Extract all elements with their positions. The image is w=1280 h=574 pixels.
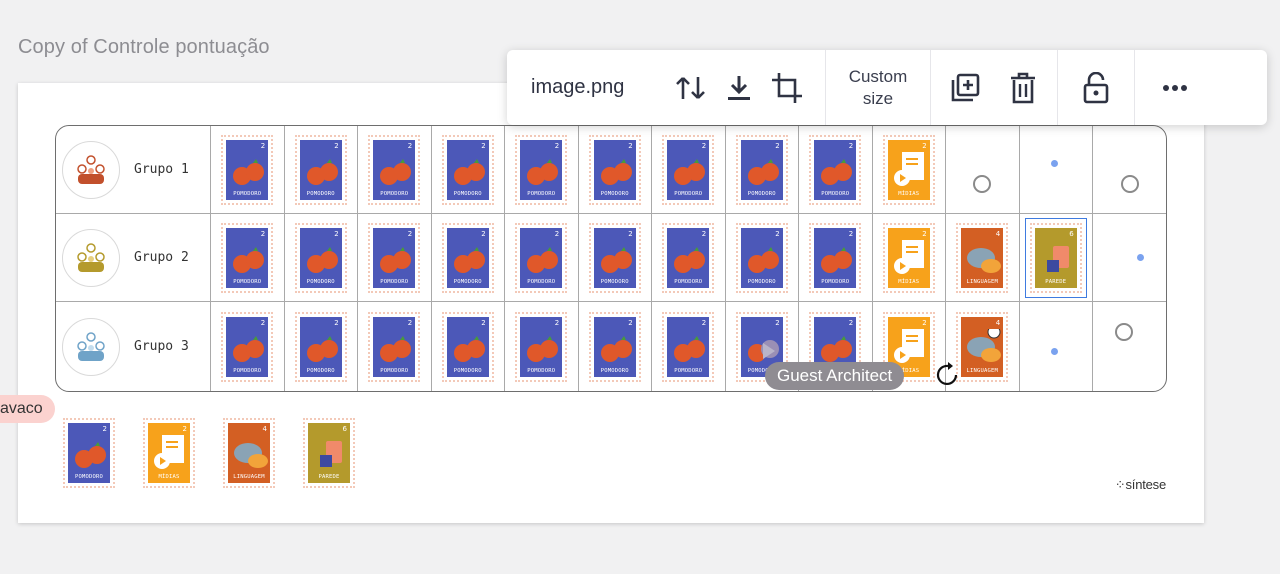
pomodoro-stamp[interactable]: 2POMODORO: [294, 311, 347, 382]
score-table: Grupo 1 2 POMODORO 2 POMODORO 2 POMODORO 2P…: [55, 125, 1167, 392]
pomodoro-stamp[interactable]: 2POMODORO: [515, 311, 568, 382]
image-toolbar: image.png Custom size: [507, 50, 1267, 125]
group-cell: Grupo 3: [56, 302, 211, 391]
midias-stamp[interactable]: 2 MÍDIAS: [882, 134, 935, 205]
midias-stamp[interactable]: 2 MÍDIAS: [882, 222, 935, 293]
pomodoro-stamp[interactable]: 2POMODORO: [735, 222, 788, 293]
group-name: Grupo 1: [134, 162, 189, 177]
pomodoro-stamp[interactable]: 2POMODORO: [662, 222, 715, 293]
midias-stamp-legend[interactable]: 2 MÍDIAS: [143, 418, 195, 488]
pomodoro-stamp[interactable]: 2POMODORO: [588, 222, 641, 293]
group-name: Grupo 2: [134, 250, 189, 265]
linguagem-stamp[interactable]: 4 LINGUAGEM: [956, 222, 1009, 293]
pomodoro-stamp-legend[interactable]: 2 POMODORO: [63, 418, 115, 488]
parede-stamp-selected[interactable]: 6 PAREDE: [1024, 217, 1087, 298]
pomodoro-stamp[interactable]: 2POMODORO: [368, 134, 421, 205]
pomodoro-stamp[interactable]: 2POMODORO: [441, 311, 494, 382]
filename-label: image.png: [531, 76, 625, 98]
group-cell: Grupo 2: [56, 214, 211, 302]
pomodoro-stamp[interactable]: 2POMODORO: [221, 222, 274, 293]
dot-marker: [1050, 160, 1058, 167]
lock-icon[interactable]: [1072, 64, 1120, 112]
empty-slot-circle[interactable]: [973, 174, 992, 193]
linguagem-stamp[interactable]: 4 LINGUAGEM: [956, 311, 1009, 382]
pomodoro-stamp[interactable]: 2POMODORO: [368, 311, 421, 382]
group-name: Grupo 3: [134, 339, 189, 354]
pomodoro-stamp[interactable]: 2POMODORO: [588, 134, 641, 205]
pomodoro-stamp[interactable]: 2POMODORO: [662, 134, 715, 205]
dot-marker: [1137, 254, 1144, 261]
group-avatar-icon: [62, 140, 120, 199]
swap-icon[interactable]: [667, 64, 715, 112]
empty-slot-circle[interactable]: [1120, 174, 1139, 193]
pomodoro-stamp[interactable]: 2POMODORO: [294, 222, 347, 293]
pomodoro-stamp[interactable]: 2POMODORO: [662, 311, 715, 382]
group-avatar-icon: [62, 228, 120, 287]
empty-slot-circle[interactable]: [1114, 322, 1133, 341]
pomodoro-stamp[interactable]: 2POMODORO: [221, 311, 274, 382]
legend-stamps: 2 POMODORO 2 MÍDIAS 4 LINGUAGEM 6 PAREDE: [63, 418, 355, 488]
pomodoro-stamp[interactable]: 2POMODORO: [809, 134, 862, 205]
pomodoro-stamp[interactable]: 2POMODORO: [441, 222, 494, 293]
guest-cursor-label: Guest Architect: [765, 362, 905, 390]
delete-icon[interactable]: [999, 64, 1047, 112]
pomodoro-stamp[interactable]: 2POMODORO: [441, 134, 494, 205]
pomodoro-stamp[interactable]: 2POMODORO: [515, 134, 568, 205]
more-icon[interactable]: [1151, 64, 1199, 112]
collaborator-tag: avaco: [0, 395, 55, 423]
group-cell: Grupo 1: [56, 126, 211, 214]
pomodoro-stamp[interactable]: 2POMODORO: [588, 311, 641, 382]
pomodoro-stamp[interactable]: 2POMODORO: [221, 134, 274, 205]
rotate-cursor-icon: [934, 361, 962, 394]
pomodoro-stamp[interactable]: 2POMODORO: [515, 222, 568, 293]
custom-size-button[interactable]: Custom size: [826, 66, 930, 110]
linguagem-stamp-legend[interactable]: 4 LINGUAGEM: [223, 418, 275, 488]
board-frame[interactable]: Grupo 1 2 POMODORO 2 POMODORO 2 POMODORO 2P…: [18, 83, 1204, 523]
dot-marker: [1050, 348, 1058, 355]
pomodoro-stamp[interactable]: 2POMODORO: [735, 134, 788, 205]
pomodoro-stamp[interactable]: 2POMODORO: [809, 222, 862, 293]
pomodoro-stamp[interactable]: 2POMODORO: [368, 222, 421, 293]
group-avatar-icon: [62, 317, 120, 376]
crop-icon[interactable]: [763, 64, 811, 112]
sintese-logo: ⁘síntese: [1114, 477, 1166, 492]
pomodoro-stamp[interactable]: 2POMODORO: [294, 134, 347, 205]
download-icon[interactable]: [715, 64, 763, 112]
duplicate-icon[interactable]: [941, 64, 989, 112]
parede-stamp-legend[interactable]: 6 PAREDE: [303, 418, 355, 488]
frame-title[interactable]: Copy of Controle pontuação: [18, 36, 270, 59]
